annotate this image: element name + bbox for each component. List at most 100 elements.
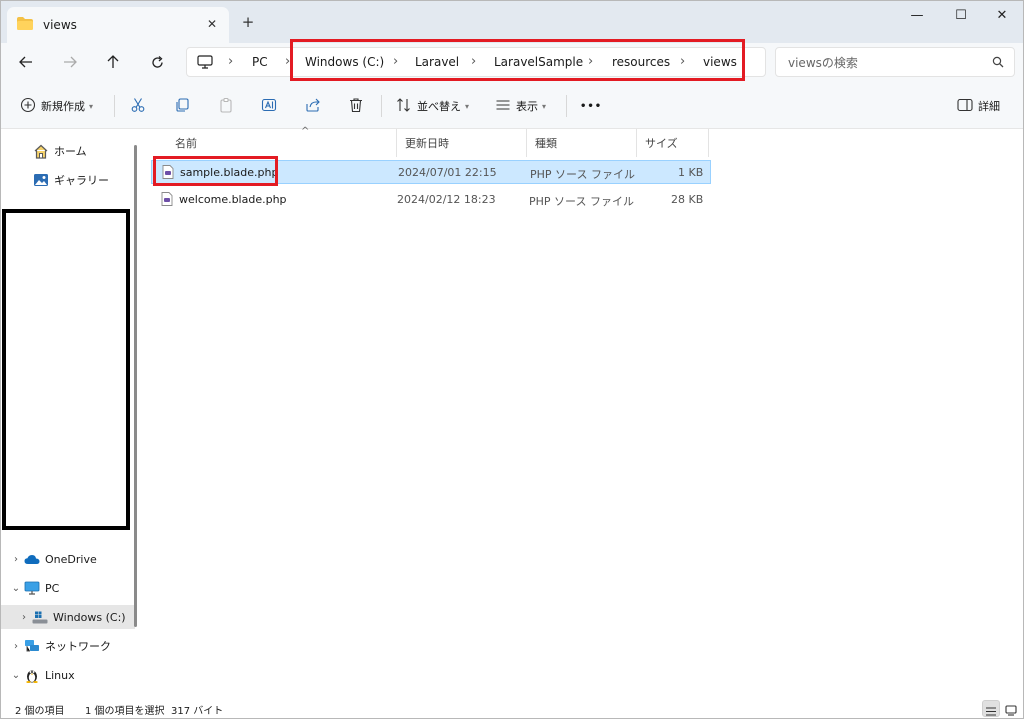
view-button[interactable]: 表示 ▾	[495, 94, 546, 118]
file-modified: 2024/07/01 22:15	[398, 166, 497, 179]
sort-button-label: 並べ替え	[417, 100, 461, 113]
chevron-down-icon[interactable]: ⌄	[9, 583, 23, 594]
toolbar-divider	[114, 95, 115, 117]
chevron-down-icon: ▾	[542, 101, 547, 111]
search-input[interactable]	[788, 54, 988, 72]
sort-ascending-icon: ^	[301, 126, 310, 137]
toolbar-divider	[381, 95, 382, 117]
file-name: welcome.blade.php	[179, 193, 287, 206]
sidebar-scrollbar[interactable]	[134, 145, 137, 627]
sidebar-item-network[interactable]: › ネットワーク	[1, 634, 135, 658]
copy-button[interactable]	[174, 94, 190, 118]
search-box[interactable]	[775, 47, 1015, 77]
column-header-label: サイズ	[645, 137, 678, 150]
file-type: PHP ソース ファイル	[529, 195, 634, 208]
file-row-welcome-blade[interactable]: welcome.blade.php 2024/02/12 18:23 PHP ソ…	[151, 188, 711, 212]
sidebar-item-onedrive[interactable]: › OneDrive	[1, 547, 135, 571]
details-pane-button[interactable]: 詳細	[957, 94, 1000, 118]
sidebar-item-home[interactable]: ホーム	[1, 139, 135, 163]
folder-icon	[17, 17, 33, 30]
gallery-icon	[32, 172, 50, 188]
chevron-down-icon: ▾	[465, 101, 470, 111]
sidebar-item-label: ホーム	[54, 145, 87, 158]
sidebar-item-label: ネットワーク	[45, 640, 111, 653]
status-selection-size: 317 バイト	[171, 706, 224, 717]
cut-button[interactable]	[130, 94, 146, 118]
file-list-pane: 名前 ^ 更新日時 種類 サイズ sample.blade.php 2024/0…	[144, 126, 1023, 697]
column-header-size[interactable]: サイズ	[637, 129, 709, 157]
back-arrow-icon[interactable]	[14, 51, 38, 73]
column-header-type[interactable]: 種類	[527, 129, 637, 157]
new-button-label: 新規作成	[41, 100, 85, 113]
drive-icon	[31, 609, 49, 625]
navigation-pane: ホーム ギャラリー › OneDrive ⌄ PC › Windows (C:)…	[1, 129, 137, 697]
tab-views[interactable]: views ✕	[7, 7, 229, 43]
title-bar: views ✕ + — ☐ ✕	[1, 1, 1023, 43]
search-icon[interactable]	[992, 56, 1004, 71]
chevron-right-icon[interactable]: ›	[9, 554, 23, 565]
trash-icon	[348, 97, 364, 116]
monitor-icon	[197, 55, 213, 72]
forward-arrow-icon[interactable]	[58, 51, 82, 73]
tiles-view-icon	[1005, 705, 1017, 718]
paste-button[interactable]	[218, 94, 234, 118]
refresh-icon[interactable]	[145, 51, 169, 73]
details-view-button[interactable]	[982, 700, 1000, 717]
details-pane-label: 詳細	[978, 100, 1000, 113]
sidebar-item-label: PC	[45, 581, 60, 595]
sidebar-item-label: ギャラリー	[54, 174, 109, 187]
pc-icon	[23, 580, 41, 596]
column-header-label: 種類	[535, 137, 557, 150]
add-circle-icon	[20, 97, 36, 116]
tiles-view-button[interactable]	[1002, 700, 1020, 717]
more-options-icon: •••	[580, 100, 603, 112]
linux-icon	[23, 667, 41, 683]
close-tab-icon[interactable]: ✕	[203, 15, 221, 33]
file-type: PHP ソース ファイル	[530, 168, 635, 181]
sidebar-item-gallery[interactable]: ギャラリー	[1, 168, 135, 192]
chevron-right-icon[interactable]: ›	[9, 641, 23, 652]
new-button[interactable]: 新規作成 ▾	[20, 94, 93, 118]
details-view-icon	[985, 706, 997, 718]
sidebar-item-label: OneDrive	[45, 552, 97, 566]
delete-button[interactable]	[348, 94, 364, 118]
maximize-icon[interactable]: ☐	[945, 5, 977, 27]
command-bar: 新規作成 ▾ 並べ替え ▾ 表示 ▾ ••• 詳細	[1, 83, 1023, 129]
sidebar-item-windows-c[interactable]: › Windows (C:)	[1, 605, 135, 629]
file-size: 1 KB	[678, 166, 704, 179]
sort-button[interactable]: 並べ替え ▾	[396, 94, 469, 118]
minimize-icon[interactable]: —	[901, 5, 933, 27]
file-modified: 2024/02/12 18:23	[397, 193, 496, 206]
chevron-down-icon: ▾	[89, 101, 94, 111]
network-icon	[23, 638, 41, 654]
php-file-icon	[161, 192, 173, 209]
status-bar: 2 個の項目 1 個の項目を選択 317 バイト	[1, 697, 1023, 718]
close-window-icon[interactable]: ✕	[986, 5, 1018, 27]
column-header-modified[interactable]: 更新日時	[397, 129, 527, 157]
up-arrow-icon[interactable]	[101, 51, 125, 73]
breadcrumb-chevron-icon: ›	[228, 54, 234, 69]
status-selection: 1 個の項目を選択	[85, 706, 165, 717]
column-header-label: 更新日時	[405, 137, 449, 150]
share-button[interactable]	[305, 94, 321, 118]
more-options-button[interactable]: •••	[580, 94, 602, 118]
sort-icon	[396, 97, 412, 116]
details-pane-icon	[957, 98, 973, 115]
clipboard-icon	[218, 97, 234, 116]
sidebar-item-pc[interactable]: ⌄ PC	[1, 576, 135, 600]
chevron-down-icon[interactable]: ⌄	[9, 670, 23, 681]
sidebar-item-linux[interactable]: ⌄ Linux	[1, 663, 135, 687]
path-highlight-box	[290, 39, 745, 81]
cloud-icon	[23, 551, 41, 567]
rename-button[interactable]	[261, 94, 277, 118]
copy-icon	[174, 97, 190, 116]
tab-title: views	[43, 18, 77, 32]
new-tab-icon[interactable]: +	[239, 13, 257, 31]
share-icon	[305, 97, 321, 116]
column-header-name[interactable]: 名前 ^	[167, 126, 397, 157]
breadcrumb-pc[interactable]: PC	[252, 55, 268, 69]
file-highlight-box	[153, 156, 278, 186]
column-header-label: 名前	[175, 137, 197, 150]
chevron-right-icon[interactable]: ›	[17, 612, 31, 623]
rename-icon	[261, 97, 277, 116]
